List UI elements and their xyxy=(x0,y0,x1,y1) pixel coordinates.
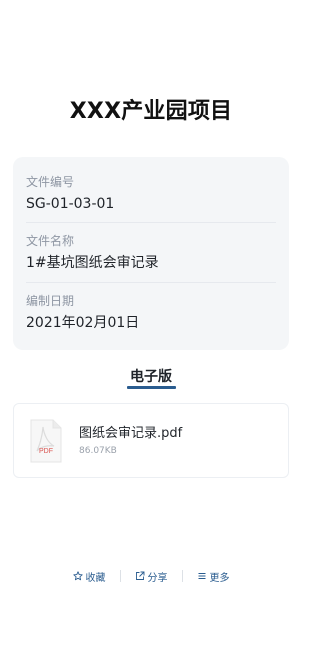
favorite-button[interactable]: 收藏 xyxy=(59,569,120,584)
info-row-file-number: 文件编号 SG-01-03-01 xyxy=(26,174,276,214)
electronic-version-title: 电子版 xyxy=(130,369,172,385)
divider xyxy=(26,282,276,283)
pdf-badge: PDF xyxy=(39,448,53,455)
attachment-file-card[interactable]: PDF 图纸会审记录.pdf 86.07KB xyxy=(13,403,289,478)
pdf-file-icon: PDF xyxy=(30,419,62,463)
share-icon xyxy=(135,571,144,580)
star-icon xyxy=(72,571,83,581)
share-button[interactable]: 分享 xyxy=(121,569,182,584)
section-underline xyxy=(127,386,176,389)
action-bar: 收藏 分享 更多 xyxy=(0,568,302,584)
file-number-value: SG-01-03-01 xyxy=(26,196,115,212)
document-info-card: 文件编号 SG-01-03-01 文件名称 1#基坑图纸会审记录 编制日期 20… xyxy=(13,157,289,350)
info-row-date: 编制日期 2021年02月01日 xyxy=(26,293,276,333)
date-value: 2021年02月01日 xyxy=(26,315,140,331)
more-label: 更多 xyxy=(209,572,230,584)
more-button[interactable]: 更多 xyxy=(183,569,244,584)
share-label: 分享 xyxy=(147,572,168,584)
date-label: 编制日期 xyxy=(26,294,75,308)
page-title: XXX产业园项目 xyxy=(69,99,233,124)
file-size: 86.07KB xyxy=(79,446,117,456)
divider xyxy=(26,222,276,223)
file-name-label: 文件名称 xyxy=(26,234,75,248)
file-name-value: 1#基坑图纸会审记录 xyxy=(26,255,159,271)
file-number-label: 文件编号 xyxy=(26,175,75,189)
info-row-file-name: 文件名称 1#基坑图纸会审记录 xyxy=(26,233,276,273)
file-name: 图纸会审记录.pdf xyxy=(79,426,183,441)
menu-icon xyxy=(198,573,205,579)
favorite-label: 收藏 xyxy=(85,572,106,584)
